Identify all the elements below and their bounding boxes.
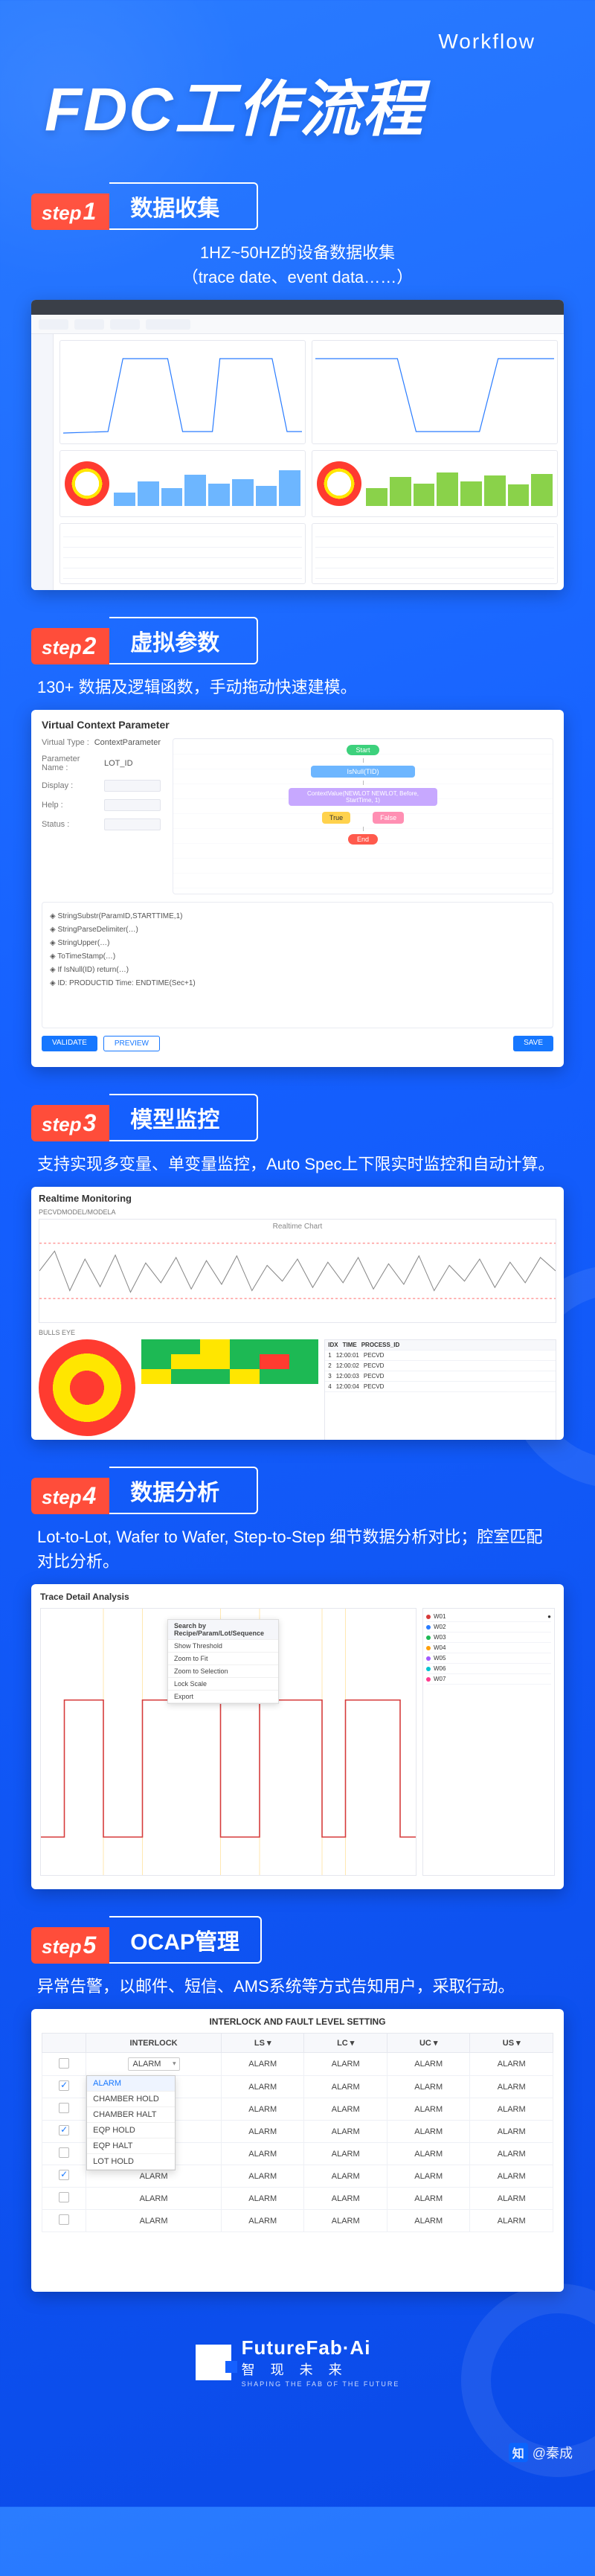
step-tag-1: step1	[31, 193, 109, 230]
realtime-chart: Realtime Chart	[39, 1219, 556, 1323]
data-table-1	[60, 523, 306, 584]
step-1-screenshot	[31, 300, 564, 590]
step-4-screenshot: Trace Detail Analysis Search by Recipe/P…	[31, 1584, 564, 1889]
flow-true[interactable]: True	[322, 812, 350, 824]
footer: FutureFab·Ai 智 现 未 来 SHAPING THE FAB OF …	[0, 2336, 595, 2388]
flow-diagram: Start IsNull(TID) ContextValue(NEWLOT NE…	[173, 738, 553, 894]
row6-checkbox[interactable]	[59, 2170, 69, 2180]
step-3-screenshot: Realtime Monitoring PECVDMODEL/MODELA Re…	[31, 1187, 564, 1440]
row7-checkbox[interactable]	[59, 2192, 69, 2202]
data-table-2	[312, 523, 558, 584]
zhihu-icon: 知	[509, 2443, 528, 2462]
step-3-desc: 支持实现多变量、单变量监控，Auto Spec上下限实时监控和自动计算。	[31, 1152, 564, 1176]
donut-chart-2	[312, 450, 558, 517]
row5-checkbox[interactable]	[59, 2147, 69, 2158]
brand-tagline: SHAPING THE FAB OF THE FUTURE	[242, 2380, 400, 2388]
donut-chart-1	[60, 450, 306, 517]
flow-false[interactable]: False	[373, 812, 404, 824]
trace-chart-right	[312, 340, 558, 444]
status-toggle[interactable]	[104, 818, 161, 830]
step-1: step1 数据收集 1HZ~50HZ的设备数据收集 （trace date、e…	[31, 182, 564, 590]
page-title: FDC工作流程	[45, 60, 565, 148]
help-input[interactable]	[104, 799, 161, 811]
zhihu-attribution: 知 @秦成	[509, 2443, 573, 2462]
workflow-label: Workflow	[45, 30, 536, 54]
row1-checkbox[interactable]	[59, 2058, 69, 2069]
interlock-table: INTERLOCK LS ▾ LC ▾ UC ▾ US ▾ ALARM ALAR…	[42, 2033, 553, 2232]
step-4: step4 数据分析 Lot-to-Lot, Wafer to Wafer, S…	[31, 1467, 564, 1889]
bullseye-chart	[39, 1339, 135, 1436]
step-2-screenshot: Virtual Context Parameter Virtual Type :…	[31, 710, 564, 1067]
flow-end[interactable]: End	[348, 834, 378, 845]
step-5-screenshot: INTERLOCK AND FAULT LEVEL SETTING INTERL…	[31, 2009, 564, 2292]
step-title-1: 数据收集	[109, 182, 258, 230]
brand-cn: 智 现 未 来	[242, 2359, 400, 2379]
row3-checkbox[interactable]	[59, 2103, 69, 2113]
step-tag-5: step5	[31, 1927, 109, 1964]
step-tag-4: step4	[31, 1478, 109, 1514]
step-title-2: 虚拟参数	[109, 617, 258, 664]
step-1-desc: 1HZ~50HZ的设备数据收集 （trace date、event data………	[31, 240, 564, 289]
trace-legend: W01● W02 W03 W04 W05 W06 W07	[422, 1608, 555, 1876]
step-title-4: 数据分析	[109, 1467, 258, 1514]
validate-button[interactable]: VALIDATE	[42, 1036, 97, 1051]
logo-icon	[196, 2345, 231, 2380]
flow-start[interactable]: Start	[347, 745, 379, 755]
row4-checkbox[interactable]	[59, 2125, 69, 2136]
step-title-5: OCAP管理	[109, 1916, 262, 1964]
step-2-desc: 130+ 数据及逻辑函数，手动拖动快速建模。	[31, 675, 564, 699]
trace-chart-left	[60, 340, 306, 444]
display-input[interactable]	[104, 780, 161, 792]
step-5: step5 OCAP管理 异常告警，以邮件、短信、AMS系统等方式告知用户，采取…	[31, 1916, 564, 2292]
step-4-desc: Lot-to-Lot, Wafer to Wafer, Step-to-Step…	[31, 1525, 564, 1574]
function-list: ◈ StringSubstr(ParamID,STARTTIME,1) ◈ St…	[42, 902, 553, 1028]
interlock-dropdown[interactable]: ALARM CHAMBER HOLD CHAMBER HALT EQP HOLD…	[86, 2075, 176, 2170]
virtual-param-form: Virtual Type :ContextParameter Parameter…	[42, 738, 161, 894]
trace-analysis-title: Trace Detail Analysis	[40, 1592, 555, 1602]
interlock-select[interactable]: ALARM	[128, 2057, 180, 2071]
step-3: step3 模型监控 支持实现多变量、单变量监控，Auto Spec上下限实时监…	[31, 1094, 564, 1440]
step-tag-2: step2	[31, 628, 109, 664]
step-2: step2 虚拟参数 130+ 数据及逻辑函数，手动拖动快速建模。 Virtua…	[31, 617, 564, 1067]
context-menu[interactable]: Search by Recipe/Param/Lot/Sequence Show…	[167, 1619, 279, 1704]
step-tag-3: step3	[31, 1105, 109, 1141]
heatmap	[141, 1339, 318, 1440]
step-title-3: 模型监控	[109, 1094, 258, 1141]
preview-button[interactable]: PREVIEW	[103, 1036, 160, 1051]
interlock-title: INTERLOCK AND FAULT LEVEL SETTING	[42, 2016, 553, 2027]
virtual-param-title: Virtual Context Parameter	[42, 719, 553, 731]
row8-checkbox[interactable]	[59, 2214, 69, 2225]
realtime-title: Realtime Monitoring	[39, 1193, 556, 1204]
trace-step-chart: Search by Recipe/Param/Lot/Sequence Show…	[40, 1608, 416, 1876]
brand-en: FutureFab·Ai	[242, 2336, 400, 2359]
row2-checkbox[interactable]	[59, 2080, 69, 2091]
step-5-desc: 异常告警，以邮件、短信、AMS系统等方式告知用户，采取行动。	[31, 1974, 564, 1999]
flow-branch[interactable]: ContextValue(NEWLOT NEWLOT, Before, Star…	[289, 788, 437, 806]
flow-condition[interactable]: IsNull(TID)	[311, 766, 415, 778]
save-button[interactable]: SAVE	[513, 1036, 553, 1051]
